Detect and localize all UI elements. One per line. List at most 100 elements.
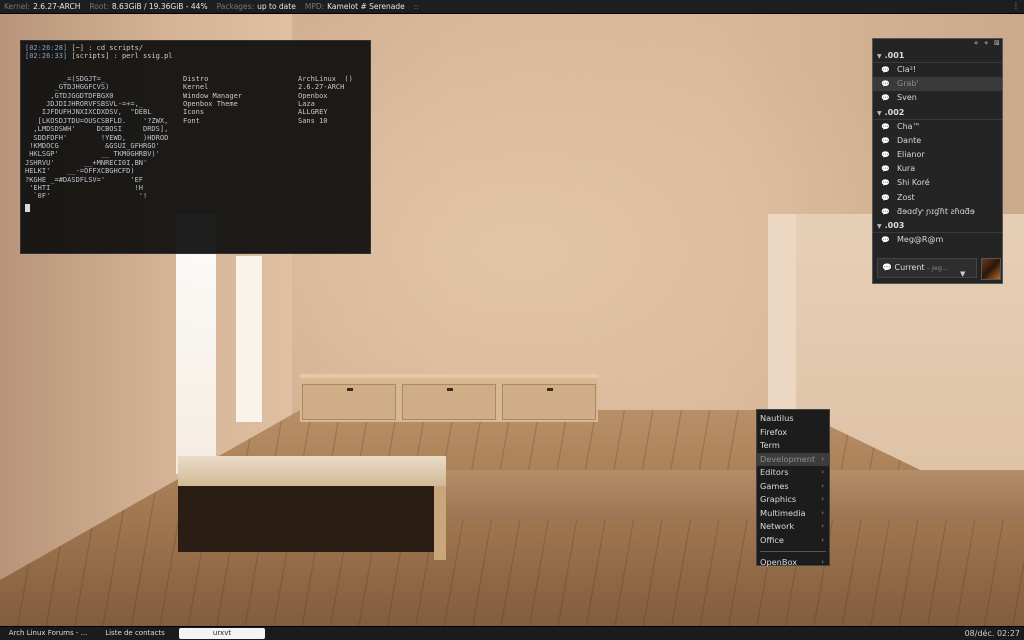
pin-icon[interactable]: ⋄ (974, 39, 978, 47)
sysinfo-row: `0F' '! (25, 192, 366, 200)
sysinfo-row: _GTDJHGGFCVS) Kernel 2.6.27-ARCH (25, 83, 366, 91)
chat-bubble-icon: 💬 (881, 136, 890, 145)
wallpaper-bench-leg (434, 486, 446, 560)
terminal-window[interactable]: [02:26:28] [~] : cd scripts/ [02:26:33] … (20, 40, 371, 254)
sysinfo-row: JDJDIJHRORVFSBSVL-=+=,_ Openbox Theme Laza (25, 100, 366, 108)
menu-item-firefox[interactable]: Firefox (757, 426, 829, 440)
status-dropdown[interactable]: 💬 Current – Jeg... ▼ (877, 258, 977, 278)
menu-item-openbox[interactable]: OpenBox › (757, 556, 829, 570)
ascii-art-line: HKLSGP' __ TKM0GHRBV)' (25, 150, 160, 159)
chevron-right-icon: › (821, 468, 824, 476)
menu-item-label: Office (760, 534, 784, 545)
close-icon[interactable]: ⊠ (994, 39, 1000, 47)
ascii-art-line: 'EHTI !H (25, 183, 144, 192)
buddy-group-header[interactable]: ▼ .003 (873, 219, 1002, 233)
menu-item-editors[interactable]: Editors › (757, 466, 829, 480)
buddy-groups: ▼ .001 💬 Cla²! 💬 Grab' 💬 Sven ▼ .002 💬 Cha™ 💬 Dante 💬 E… (873, 49, 1002, 247)
ascii-art-line: ,LMDSDSWH' DCBOSI DRDS], (25, 125, 169, 134)
packages-value: up to date (257, 2, 296, 11)
task-button-firefox[interactable]: Arch Linux Forums - ... (4, 628, 92, 639)
buddy-contact[interactable]: 💬 Meg@R@m (873, 233, 1002, 247)
sysinfo-row: SDDFDFH' !YEWD, )HDROD (25, 134, 366, 142)
task-button-urxvt[interactable]: urxvt (179, 628, 265, 639)
sysinfo-value: Laza (298, 99, 315, 108)
contact-name: Shi Koré (897, 178, 930, 188)
chevron-right-icon: › (821, 558, 824, 566)
terminal-cursor (25, 203, 30, 212)
buddy-contact[interactable]: 💬 Dante (873, 134, 1002, 148)
menu-item-nautilus[interactable]: Nautilus (757, 412, 829, 426)
chevron-right-icon: › (821, 495, 824, 503)
group-name: .002 (884, 107, 905, 117)
chat-bubble-icon: 💬 (881, 80, 890, 89)
ascii-art-line: SDDFDFH' !YEWD, )HDROD (25, 133, 169, 142)
sysinfo-row: !KMDOCG &GSUI_GFHRGO' (25, 142, 366, 150)
mpd-value[interactable]: Kamelot # Serenade (327, 2, 405, 11)
sysinfo-output: _=(SDGJT=_ Distro ArchLinux () _GTDJHGGFCV… (25, 75, 366, 201)
expand-triangle-icon[interactable]: ▼ (877, 50, 882, 63)
ascii-art-line: !KMDOCG &GSUI_GFHRGO' (25, 141, 160, 150)
menu-item-label: Firefox (760, 426, 788, 437)
buddy-contact[interactable]: 💬 Kura (873, 162, 1002, 176)
chat-bubble-icon: 💬 (881, 207, 890, 216)
ascii-art-line: ,GTDJGGDTDFBGX0 (25, 91, 114, 100)
chevron-right-icon: › (821, 481, 824, 490)
ascii-art-line: JDJDIJHRORVFSBSVL-=+=,_ (25, 99, 144, 108)
buddy-contact[interactable]: 💬 Shi Koré (873, 176, 1002, 190)
buddy-group-header[interactable]: ▼ .001 (873, 49, 1002, 63)
buddy-group-header[interactable]: ▼ .002 (873, 106, 1002, 120)
buddy-titlebar: ⋄ ⋄ ⊠ (873, 39, 1002, 49)
buddy-contact[interactable]: 💬 Grab' (873, 77, 1002, 92)
menu-item-label: Editors (760, 467, 789, 477)
sysinfo-row: [LKOSDJTDU=OUSCSBFLD. '?ZWX, Font Sans 10 (25, 117, 366, 125)
buddy-contact[interactable]: 💬 Cla²! (873, 63, 1002, 77)
chevron-right-icon: › (821, 522, 824, 530)
expand-triangle-icon[interactable]: ▼ (877, 107, 882, 120)
chat-bubble-icon: 💬 (881, 122, 890, 131)
buddy-contact[interactable]: 💬 ƌɘɑɗƴ ɲɪɠɦt ƨɦɑƌɘ (873, 205, 1002, 219)
menu-item-label: Multimedia (760, 507, 806, 518)
group-name: .001 (884, 51, 905, 60)
task-button-contacts[interactable]: Liste de contacts (96, 628, 174, 639)
menu-items: Nautilus Firefox Term Development › Editors › G… (757, 412, 829, 547)
buddy-contact[interactable]: 💬 Sven (873, 91, 1002, 105)
wallpaper-wall-edge (768, 214, 796, 414)
ascii-art-line: ?KGHE _=#DASDFLSV=' 'EF (25, 175, 144, 184)
panel-separator: :: (413, 2, 419, 11)
menu-item-office[interactable]: Office › (757, 534, 829, 548)
contact-name: Zost (897, 192, 915, 202)
wallpaper-drawers (300, 374, 598, 422)
terminal-prompt-line: [02:26:28] [~] : cd scripts/ (25, 44, 366, 52)
sysinfo-value: Sans 10 (298, 116, 328, 125)
buddy-list-window[interactable]: ⋄ ⋄ ⊠ ▼ .001 💬 Cla²! 💬 Grab' 💬 Sven ▼ .002 💬 Cha™ 💬 D… (872, 38, 1003, 284)
chevron-down-icon[interactable]: ▼ (960, 265, 965, 277)
menu-item-multimedia[interactable]: Multimedia › (757, 507, 829, 521)
buddy-contact[interactable]: 💬 Elianor (873, 148, 1002, 162)
menu-item-term[interactable]: Term (757, 439, 829, 453)
menu-item-games[interactable]: Games › (757, 480, 829, 494)
buddy-contact[interactable]: 💬 Cha™ (873, 120, 1002, 134)
maximize-icon[interactable]: ⋄ (984, 39, 988, 47)
buddy-contact[interactable]: 💬 Zost (873, 191, 1002, 205)
chat-bubble-icon: 💬 (882, 263, 892, 272)
sysinfo-row: ,GTDJGGDTDFBGX0 Window Manager Openbox (25, 92, 366, 100)
menu-item-development[interactable]: Development › (757, 452, 829, 466)
sysinfo-value: Openbox (298, 91, 328, 100)
ascii-art-line: _=(SDGJT=_ (25, 74, 106, 83)
menu-item-graphics[interactable]: Graphics › (757, 493, 829, 507)
mpd-label: MPD: (304, 2, 325, 11)
openbox-root-menu[interactable]: Nautilus Firefox Term Development › Editors › G… (756, 409, 830, 567)
avatar[interactable] (981, 258, 1001, 280)
chat-bubble-icon: 💬 (881, 94, 890, 103)
wallpaper-bench (178, 456, 446, 486)
status-selector[interactable]: 💬 Current – Jeg... ▼ (877, 258, 1001, 280)
contact-name: Cla²! (897, 65, 917, 74)
contact-name: ƌɘɑɗƴ ɲɪɠɦt ƨɦɑƌɘ (897, 206, 975, 216)
prompt-command: [~] : cd scripts/ (67, 44, 144, 52)
kernel-label: Kernel: (4, 2, 31, 11)
sysinfo-row: HELKI' __-=OFFXCBGHCFD) (25, 167, 366, 175)
menu-item-network[interactable]: Network › (757, 520, 829, 534)
expand-triangle-icon[interactable]: ▼ (877, 220, 882, 233)
chevron-right-icon: › (821, 508, 824, 517)
terminal-prompt-line: [02:26:33] [scripts] : perl ssig.pl (25, 52, 366, 60)
